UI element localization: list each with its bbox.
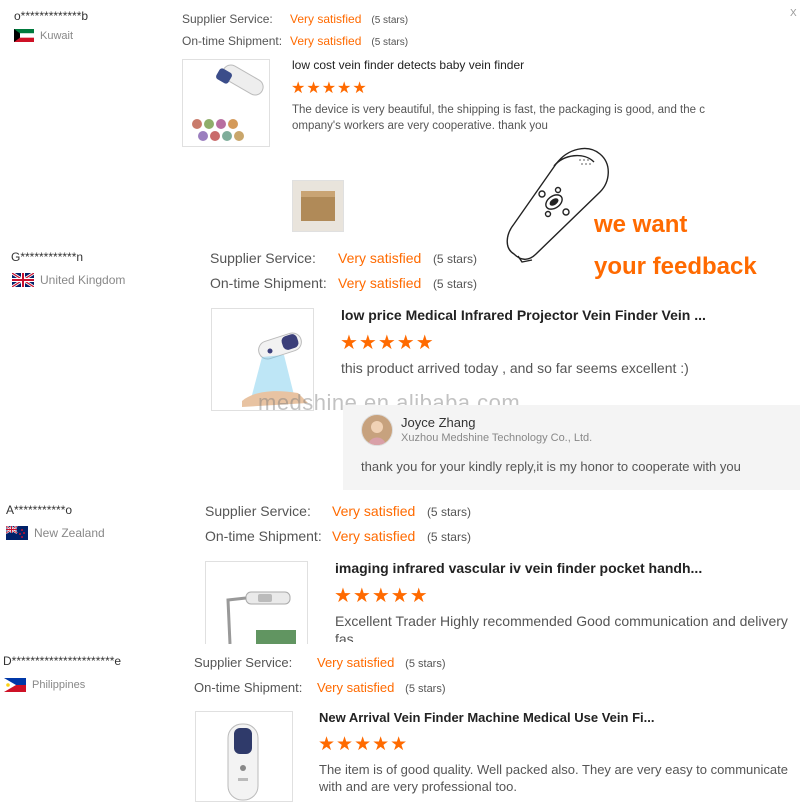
supplier-service-label: Supplier Service: (205, 503, 311, 519)
package-photo-icon (293, 181, 343, 231)
supplier-reply: Joyce Zhang Xuzhou Medshine Technology C… (343, 405, 800, 490)
shipment-value: Very satisfied (338, 275, 422, 291)
product-thumbnail[interactable] (195, 711, 293, 802)
ratings-block: Supplier Service: Very satisfied (5 stars… (194, 651, 446, 701)
kuwait-flag-icon (14, 29, 34, 42)
ratings-block: Supplier Service: Very satisfied (5 stars… (210, 246, 477, 296)
reply-company: Xuzhou Medshine Technology Co., Ltd. (401, 432, 593, 444)
new-zealand-flag-icon (6, 526, 28, 540)
product-title[interactable]: New Arrival Vein Finder Machine Medical … (319, 710, 654, 725)
review-photo[interactable] (292, 180, 344, 232)
ratings-block: Supplier Service: Very satisfied (5 stars… (182, 9, 408, 53)
vein-finder-handheld-image-icon (227, 723, 259, 801)
banner-line-2: your feedback (594, 253, 757, 280)
review-text: The item is of good quality. Well packed… (319, 762, 788, 794)
uk-flag-icon (12, 273, 34, 287)
shipment-value: Very satisfied (317, 680, 395, 695)
supplier-service-value: Very satisfied (338, 250, 422, 266)
rating-stars: ★★★★★ (340, 332, 435, 354)
supplier-service-label: Supplier Service: (182, 12, 273, 26)
product-thumbnail[interactable] (182, 59, 270, 147)
avatar (361, 414, 393, 446)
buyer-name: D**********************e (3, 654, 122, 668)
supplier-stars: (5 stars) (371, 15, 409, 26)
supplier-stars: (5 stars) (426, 505, 471, 519)
supplier-stars: (5 stars) (405, 658, 446, 670)
shipment-value: Very satisfied (290, 34, 362, 48)
vein-finder-stand-image-icon (226, 591, 296, 644)
rating-stars: ★★★★★ (291, 80, 368, 97)
product-title[interactable]: imaging infrared vascular iv vein finder… (335, 560, 702, 576)
review-text: Excellent Trader Highly recommended Good… (335, 613, 788, 642)
country-label: New Zealand (34, 526, 105, 540)
buyer-country: Kuwait (14, 29, 73, 42)
supplier-service-label: Supplier Service: (194, 655, 293, 670)
supplier-service-label: Supplier Service: (210, 250, 316, 266)
country-label: United Kingdom (40, 273, 126, 287)
buyer-name: A***********o (6, 503, 73, 517)
reply-text: thank you for your kindly reply,it is my… (361, 459, 741, 474)
close-icon[interactable]: X (790, 8, 797, 19)
buyer-country: New Zealand (6, 526, 105, 540)
reply-author: Joyce Zhang (401, 415, 476, 430)
shipment-stars: (5 stars) (426, 530, 471, 544)
shipment-value: Very satisfied (332, 528, 416, 544)
banner-line-1: we want (594, 211, 688, 238)
buyer-name: o*************b (14, 9, 89, 23)
supplier-service-value: Very satisfied (317, 655, 395, 670)
buyer-name: G************n (11, 250, 84, 264)
ratings-block: Supplier Service: Very satisfied (5 stars… (205, 499, 471, 549)
review-text: The device is very beautiful, the shippi… (292, 104, 705, 132)
vein-finder-image-icon (192, 64, 264, 141)
shipment-stars: (5 stars) (371, 37, 409, 48)
country-label: Kuwait (40, 29, 74, 42)
rating-stars: ★★★★★ (318, 734, 409, 755)
review-text: this product arrived today , and so far … (341, 360, 689, 376)
buyer-country: United Kingdom (12, 273, 125, 287)
rating-stars: ★★★★★ (334, 585, 429, 607)
country-label: Philippines (32, 679, 86, 691)
supplier-service-value: Very satisfied (332, 503, 416, 519)
shipment-stars: (5 stars) (405, 683, 446, 695)
shipment-stars: (5 stars) (432, 277, 477, 291)
product-title[interactable]: low cost vein finder detects baby vein f… (292, 58, 524, 72)
shipment-label: On-time Shipment: (210, 275, 327, 291)
philippines-flag-icon (4, 678, 26, 692)
shipment-label: On-time Shipment: (205, 528, 322, 544)
buyer-country: Philippines (4, 678, 85, 692)
product-title[interactable]: low price Medical Infrared Projector Vei… (341, 307, 706, 323)
supplier-stars: (5 stars) (432, 252, 477, 266)
supplier-service-value: Very satisfied (290, 12, 362, 26)
product-thumbnail[interactable] (205, 561, 308, 644)
shipment-label: On-time Shipment: (194, 680, 303, 695)
shipment-label: On-time Shipment: (182, 34, 283, 48)
